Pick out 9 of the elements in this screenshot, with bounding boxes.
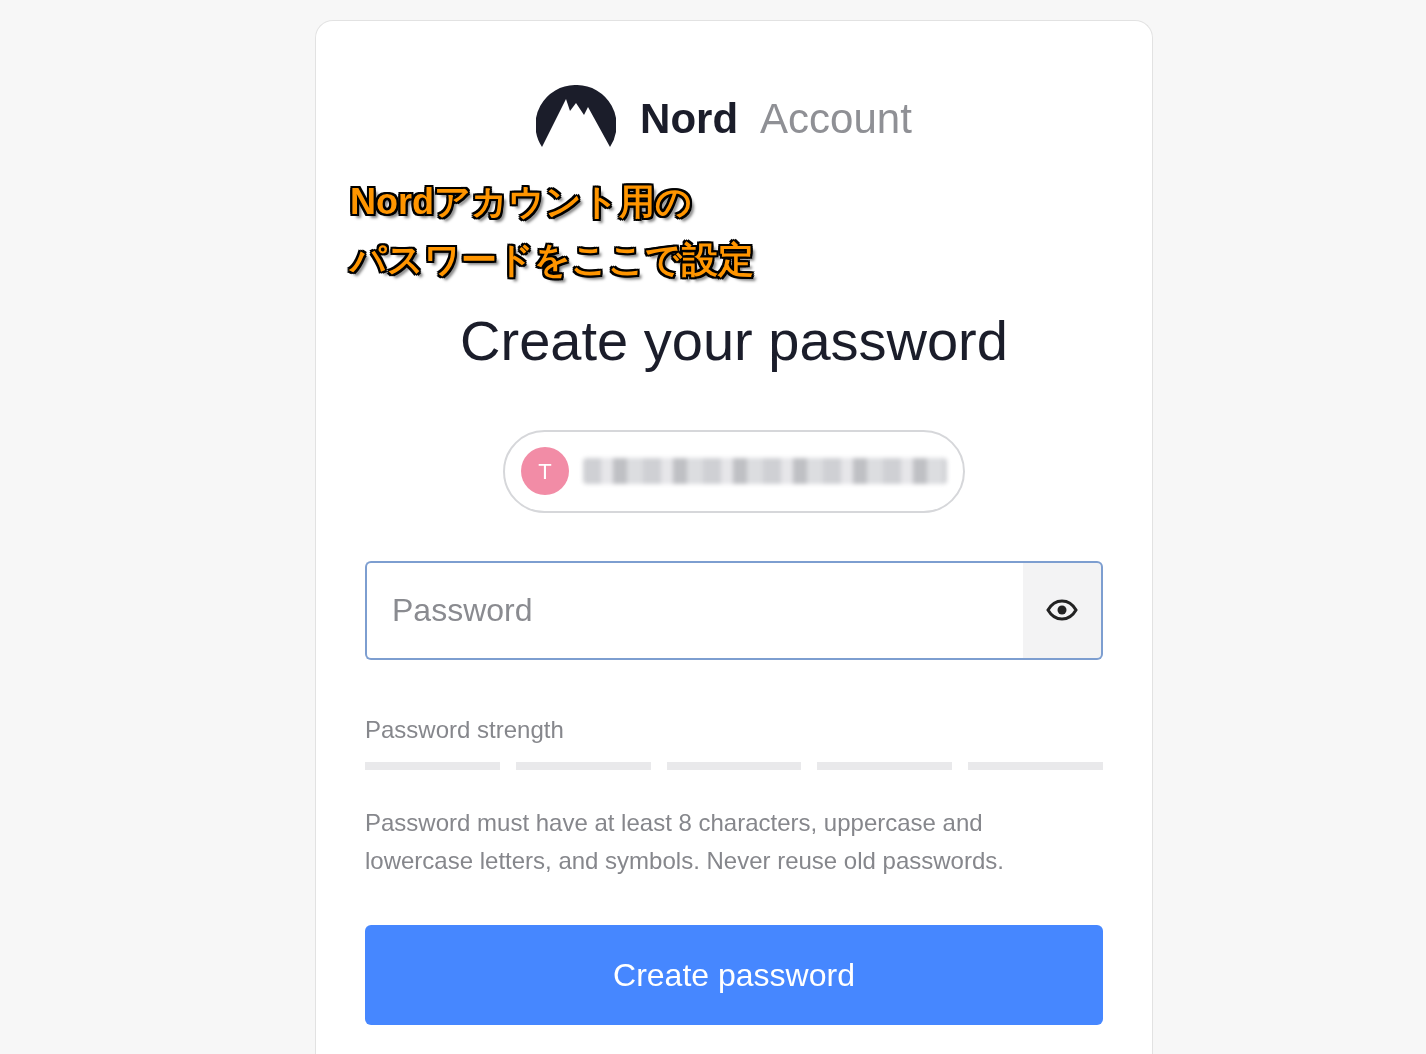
brand-name: Nord <box>640 93 739 144</box>
avatar: T <box>521 447 569 496</box>
password-hint: Password must have at least 8 characters, uppercase and lowercase letters, and symbols. Never reuse old passwords. <box>365 807 1005 876</box>
annotation-text: Nordアカウント用の <box>350 180 692 224</box>
page-title: Create your password <box>459 308 1009 374</box>
annotation-text: パスワードをここで設定 <box>350 238 754 282</box>
strength-label: Password strength <box>365 714 565 745</box>
product-name: Account <box>760 93 912 144</box>
create-password-button[interactable]: Create password <box>365 924 1103 1025</box>
